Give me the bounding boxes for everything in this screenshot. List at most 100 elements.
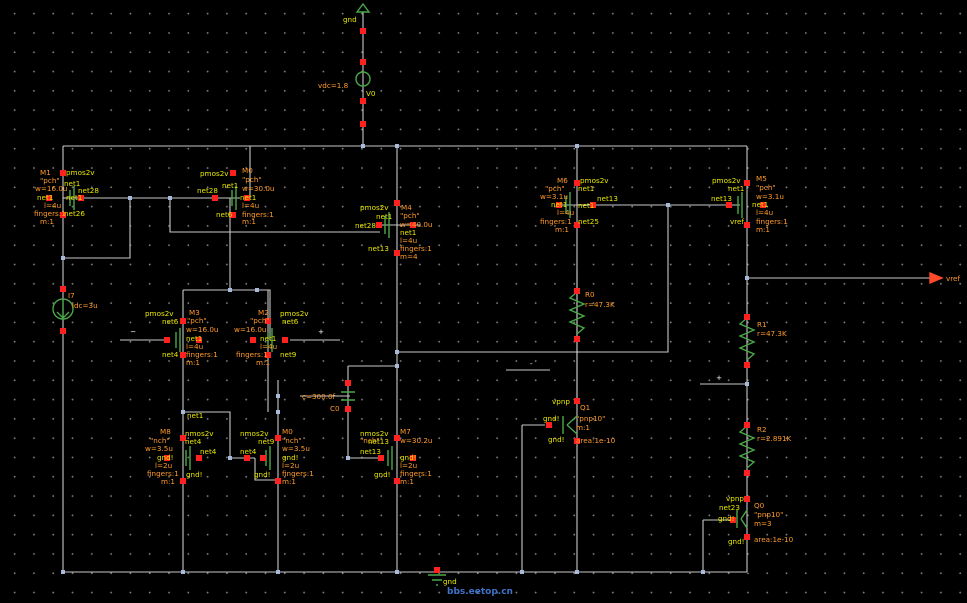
m0b-gndb: gnd! [254,470,271,479]
v0-label: V0 [366,89,376,98]
m4-net1: net1 [376,212,392,221]
m8-net4b: net4 [200,447,217,456]
m5-l: l=4u [756,208,773,217]
q0-m: m=3 [754,519,772,528]
m0-net28: net28 [197,186,218,195]
i7-name: I7 [68,291,75,300]
c0-value: c=300.0f [302,392,336,401]
m1-m: m:1 [40,217,54,226]
m0b-m: m:1 [282,477,296,486]
labels: gnd vdc=1.8 V0 M1 pmos2v "pch" net1 w=16… [34,15,960,597]
m0b-name: M0 [282,427,293,436]
m1-bottom-node: net1 [187,411,203,420]
m3-m: m:1 [186,358,200,367]
m0-pch: "pch" [242,175,262,184]
m7-name: M7 [400,427,411,436]
m2-plus: + [318,327,324,336]
minus-right-label: - [530,359,533,368]
m0b-net9: net9 [258,437,275,446]
q1-m: m:1 [576,423,590,432]
q0-pnp: "pnp10" [754,510,783,519]
watermark: bbs.eetop.cn [447,587,513,597]
m2-net6: net6 [282,317,299,326]
q0-name: Q0 [754,501,765,510]
r0-name: R0 [585,290,595,299]
m0-net6: net6 [216,210,233,219]
m6-net13: net13 [597,194,618,203]
m0-net1: net1 [222,181,238,190]
vdc-label: vdc=1.8 [318,81,349,90]
plus-right-label: + [716,373,722,382]
m8-w: w=3.5u [145,444,173,453]
i7-idc: idc=3u [72,301,98,310]
m3-w: w=16.0u [186,325,218,334]
m2-w: w=16.0u [234,325,266,334]
m7-m: m:1 [400,477,414,486]
q0-net23: net23 [719,503,740,512]
q0-model: vpnp [726,494,744,503]
m7-gndb: gnd! [374,470,391,479]
m0b-w: w=3.5u [282,444,310,453]
m5-vref: vref [730,217,744,226]
m1-model: pmos2v [66,168,95,177]
c0-name: C0 [330,404,340,413]
q1-gndb: gnd! [548,435,565,444]
m6-l: l=4u [557,208,574,217]
m4-net28: net28 [355,221,376,230]
m6-net1c: net1 [578,201,594,210]
m7-net13: net13 [368,437,389,446]
vref-pin-label: vref [946,274,960,283]
r1-name: R1 [757,320,767,329]
m2-net9: net9 [280,350,297,359]
m2-m: m:1 [256,358,270,367]
gnd-top-label: gnd [343,15,357,24]
q1-area: area:1e-10 [576,436,616,445]
m4-pch: "pch" [400,211,420,220]
m3-minus: − [130,327,136,336]
m8-net4: net4 [185,437,202,446]
schematic-svg: gnd vdc=1.8 V0 M1 pmos2v "pch" net1 w=16… [34,2,960,597]
m0-name: M0 [242,166,253,175]
wires [62,12,930,573]
m6-net25: net25 [578,217,599,226]
m3-pch: "pch" [187,316,207,325]
m1-net1c: net1 [66,193,82,202]
m0-model: pmos2v [200,169,229,178]
m4-net13: net13 [368,244,389,253]
r2-value: r=2.891K [757,434,792,443]
m6-m: m:1 [555,225,569,234]
m1-w: w=16.0u [35,184,67,193]
r1-value: r=47.3K [757,329,787,338]
m4-model: pmos2v [360,203,389,212]
m7-w: w=30.2u [400,436,432,445]
q1-gnd: gnd! [543,414,560,423]
m5-net13: net13 [711,194,732,203]
m4-m: m=4 [400,252,418,261]
r2-name: R2 [757,425,767,434]
m3-net6: net6 [162,317,179,326]
m2-pch: "pch" [250,316,270,325]
r0-value: r=47.3K [585,300,615,309]
m5-nch: "pch" [756,183,776,192]
q0-gndb: gnd! [728,537,745,546]
m8-gndb: gnd! [186,470,203,479]
m6-net1: net1 [578,184,594,193]
q0-gnd: gnd! [718,514,735,523]
m7-net13b: net13 [360,447,381,456]
m5-name: M5 [756,174,767,183]
q1-pnp: "pnp10" [576,414,605,423]
q0-area: area:1e-10 [754,535,794,544]
m0-w: w=30.0u [242,184,274,193]
q1-name: Q1 [580,403,590,412]
m5-m: m:1 [756,225,770,234]
m8-m: m:1 [161,477,175,486]
q1-model: vpnp [552,397,570,406]
schematic-canvas: gnd vdc=1.8 V0 M1 pmos2v "pch" net1 w=16… [0,0,967,603]
m1-net26: net26 [64,209,85,218]
m0b-net4: net4 [240,447,257,456]
m8-name: M8 [160,427,171,436]
device-bodies [52,2,944,586]
pins [46,28,766,573]
m0-l: l=4u [242,201,259,210]
m3-net4: net4 [162,350,179,359]
